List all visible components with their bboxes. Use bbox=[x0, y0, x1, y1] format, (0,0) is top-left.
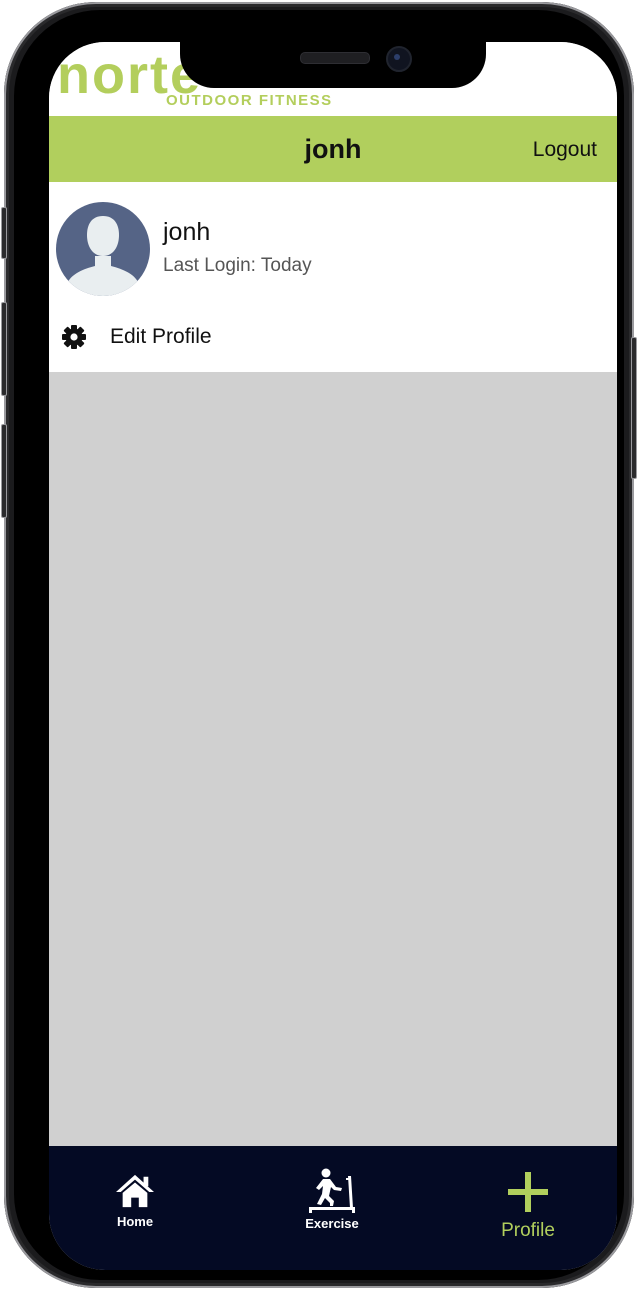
app-screen: norte OUTDOOR FITNESS jonh Logout jonh L… bbox=[49, 42, 617, 1270]
phone-frame: norte OUTDOOR FITNESS jonh Logout jonh L… bbox=[1, 2, 637, 1288]
volume-down-button bbox=[1, 424, 7, 518]
nav-home[interactable]: Home bbox=[75, 1146, 195, 1270]
front-camera bbox=[386, 46, 412, 72]
nav-home-label: Home bbox=[116, 1214, 154, 1229]
nav-exercise[interactable]: Exercise bbox=[272, 1146, 392, 1270]
plus-icon bbox=[508, 1172, 548, 1212]
treadmill-icon bbox=[309, 1168, 355, 1213]
nav-profile[interactable]: Profile bbox=[468, 1146, 588, 1270]
brand-tagline: OUTDOOR FITNESS bbox=[166, 92, 333, 109]
edit-profile-label: Edit Profile bbox=[110, 325, 212, 348]
gear-icon bbox=[62, 325, 86, 349]
app-header: jonh Logout bbox=[49, 116, 617, 182]
notch bbox=[180, 34, 486, 88]
bottom-nav: Home Exercise Profile bbox=[49, 1146, 617, 1270]
power-button bbox=[631, 337, 637, 479]
volume-up-button bbox=[1, 302, 7, 396]
logout-button[interactable]: Logout bbox=[533, 138, 597, 162]
user-name: jonh bbox=[163, 218, 211, 246]
phone-bezel: norte OUTDOOR FITNESS jonh Logout jonh L… bbox=[14, 10, 624, 1280]
nav-exercise-label: Exercise bbox=[305, 1216, 359, 1231]
last-login-text: Last Login: Today bbox=[163, 255, 312, 276]
home-icon bbox=[116, 1174, 154, 1208]
silent-switch bbox=[1, 207, 7, 259]
avatar bbox=[56, 202, 150, 296]
nav-profile-label: Profile bbox=[501, 1220, 555, 1241]
profile-card: jonh Last Login: Today Edit Profile bbox=[49, 182, 617, 372]
earpiece-speaker bbox=[300, 52, 370, 64]
edit-profile-button[interactable]: Edit Profile bbox=[49, 316, 617, 362]
